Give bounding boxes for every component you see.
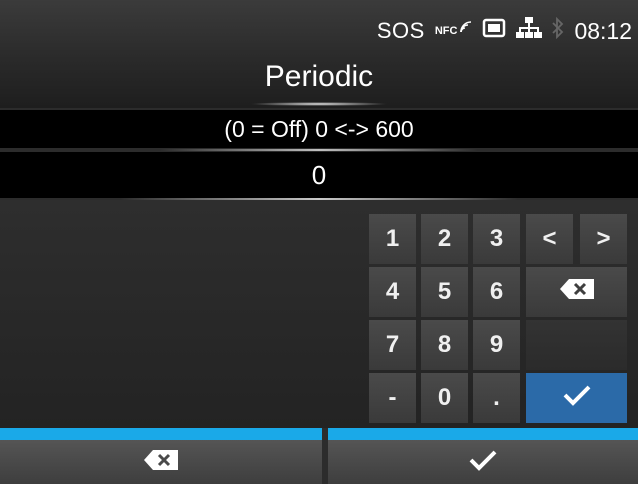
key-2[interactable]: 2 [421, 214, 468, 264]
nfc-icon: NFC [434, 21, 473, 37]
key-5[interactable]: 5 [421, 267, 468, 317]
checkmark-icon [468, 449, 498, 476]
bluetooth-icon [552, 16, 564, 45]
key-minus[interactable]: - [369, 373, 416, 423]
enter-key[interactable] [526, 373, 627, 423]
header: SOS NFC 08:12 Periodic [0, 0, 638, 108]
delete-key[interactable] [526, 267, 627, 317]
key-4[interactable]: 4 [369, 267, 416, 317]
sos-indicator: SOS [376, 18, 425, 43]
key-7[interactable]: 7 [369, 320, 416, 370]
keypad-area: 1 2 3 < > 4 5 6 7 8 9 - 0 . [0, 200, 638, 428]
page-title: Periodic [264, 60, 374, 93]
backspace-icon [144, 449, 178, 475]
key-8[interactable]: 8 [421, 320, 468, 370]
key-9[interactable]: 9 [473, 320, 520, 370]
key-1[interactable]: 1 [369, 214, 416, 264]
key-6[interactable]: 6 [473, 267, 520, 317]
divider [160, 149, 478, 151]
cancel-button[interactable] [0, 440, 322, 484]
checkmark-icon [562, 384, 592, 413]
key-dot[interactable]: . [473, 373, 520, 423]
title-underline [250, 102, 388, 106]
accent-line [328, 428, 638, 440]
value-input[interactable]: 0 [0, 152, 638, 198]
network-icon [516, 16, 543, 46]
accent-line [0, 428, 322, 440]
printer-screen: SOS NFC 08:12 Periodic (0 = Off) 0 <-> 6… [0, 0, 638, 484]
confirm-button[interactable] [328, 440, 638, 484]
status-bar: SOS NFC 08:12 [377, 16, 632, 46]
blank-key [526, 320, 627, 370]
nfc-label: NFC [434, 25, 458, 37]
cursor-left-key[interactable]: < [526, 214, 573, 264]
clock-time: 08:12 [574, 17, 632, 44]
range-hint: (0 = Off) 0 <-> 600 [0, 110, 638, 148]
key-0[interactable]: 0 [421, 373, 468, 423]
bottom-bar [0, 428, 638, 484]
sd-card-icon [482, 17, 506, 45]
backspace-icon [559, 278, 594, 306]
key-3[interactable]: 3 [473, 214, 520, 264]
cursor-right-key[interactable]: > [580, 214, 627, 264]
